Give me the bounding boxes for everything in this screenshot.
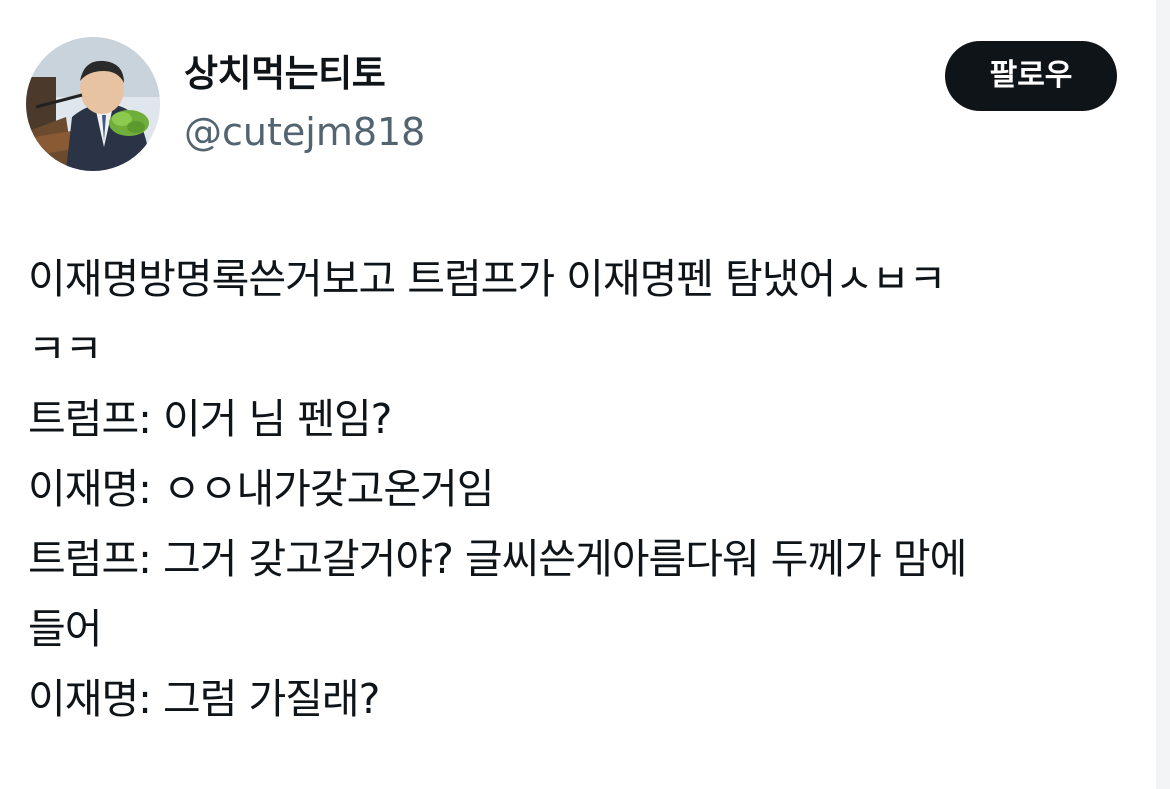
tweet-text-line: 이재명방명록쓴거보고 트럼프가 이재명펜 탐냈어ㅅㅂㅋ [28, 255, 946, 303]
tweet-text: 이재명방명록쓴거보고 트럼프가 이재명펜 탐냈어ㅅㅂㅋ ㅋㅋ 트럼프: 이거 님… [28, 244, 1146, 734]
tweet-text-line: ㅋㅋ [28, 325, 102, 373]
user-handle[interactable]: @cutejm818 [184, 109, 425, 155]
tweet-text-line: 트럼프: 그거 갖고갈거야? 글씨쓴게아름다워 두께가 맘에 [28, 535, 967, 583]
avatar[interactable] [26, 37, 160, 171]
tweet-card: 상치먹는티토 @cutejm818 팔로우 이재명방명록쓴거보고 트럼프가 이재… [0, 0, 1170, 789]
display-name[interactable]: 상치먹는티토 [184, 52, 386, 96]
follow-button[interactable]: 팔로우 [945, 41, 1117, 111]
tweet-text-line: 이재명: 그럼 가질래? [28, 675, 380, 723]
tweet-text-line: 이재명: ㅇㅇ내가갖고온거임 [28, 465, 495, 513]
tweet-text-line: 들어 [28, 605, 102, 653]
profile-photo-image [26, 37, 160, 171]
scroll-edge [1156, 0, 1170, 789]
tweet-text-line: 트럼프: 이거 님 펜임? [28, 395, 392, 443]
